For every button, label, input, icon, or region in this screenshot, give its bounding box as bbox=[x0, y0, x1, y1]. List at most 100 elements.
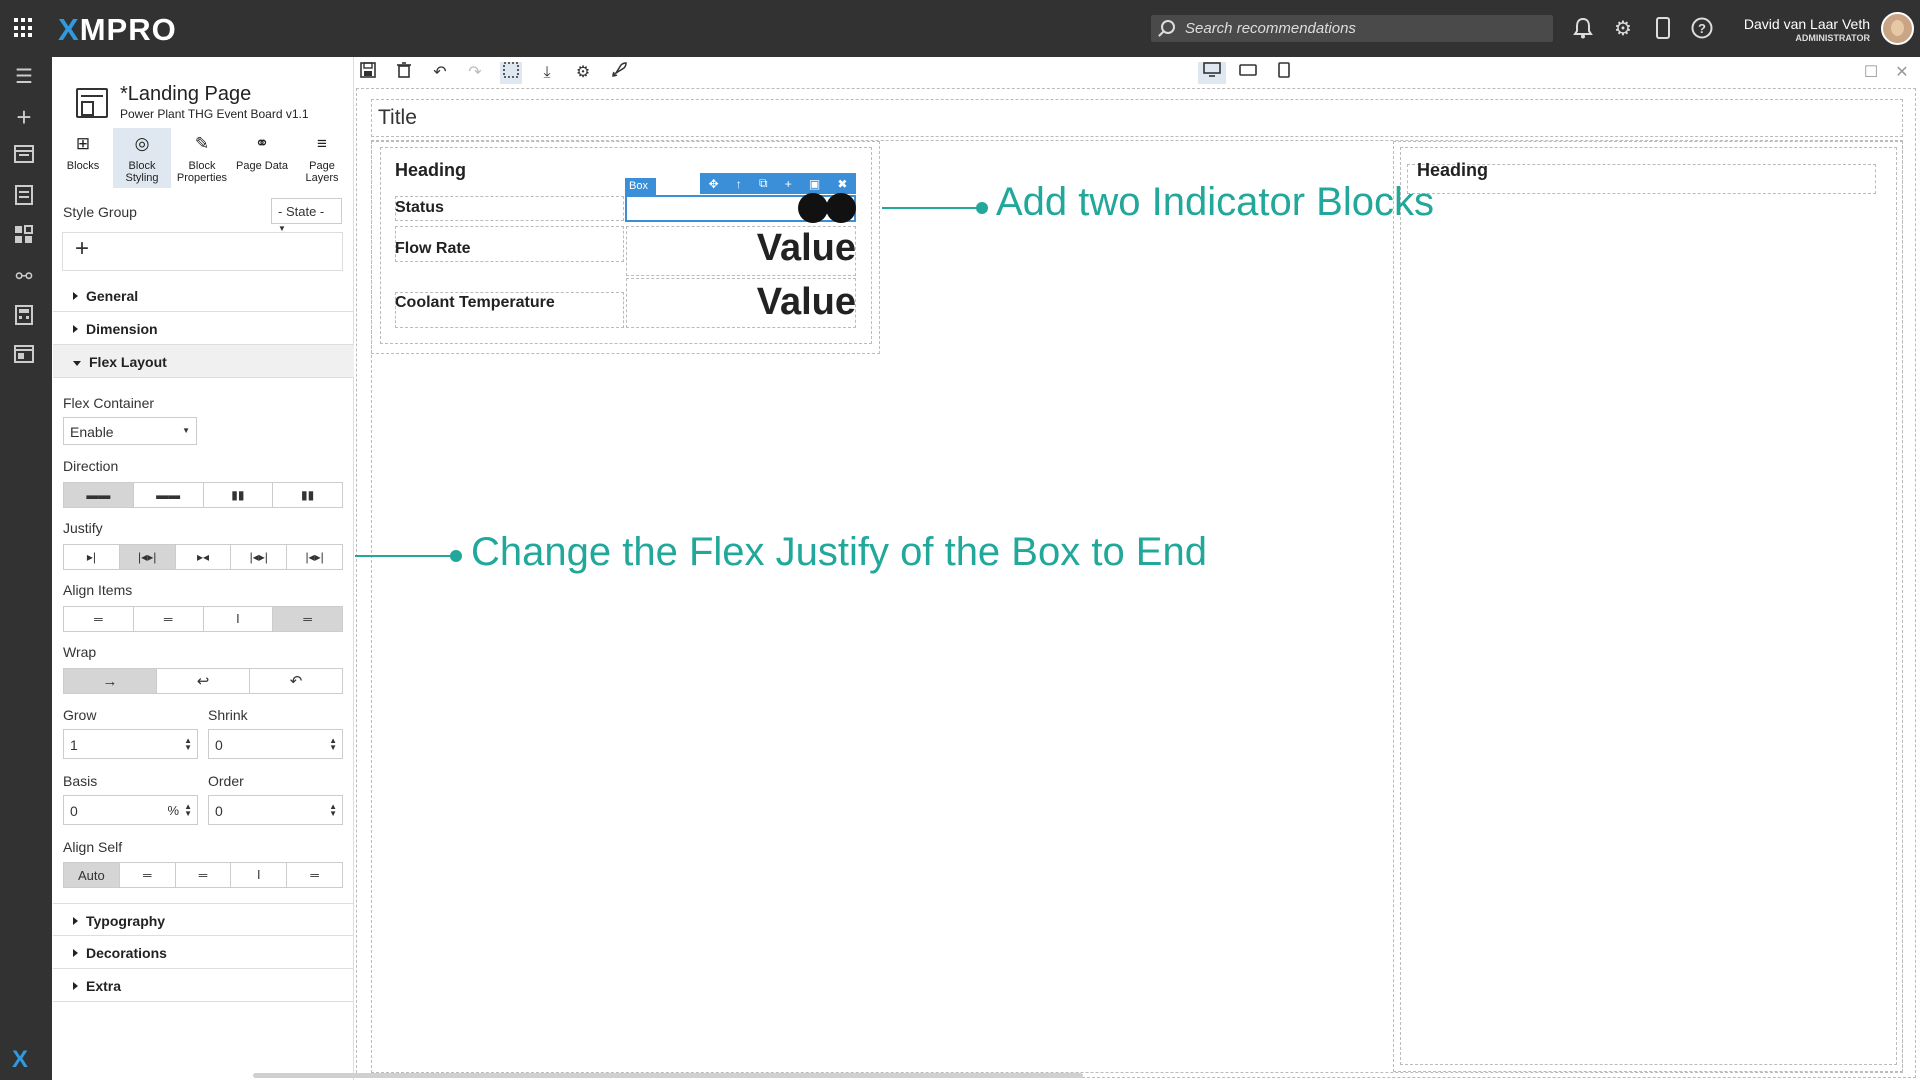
tab-blocks[interactable]: ⊞ Blocks bbox=[54, 128, 112, 188]
device-icon[interactable] bbox=[1651, 17, 1675, 41]
document-icon[interactable] bbox=[12, 185, 36, 209]
basis-input[interactable]: 0% ▲ ▼ bbox=[63, 795, 198, 825]
direction-column-reverse-button[interactable]: ▮▮ bbox=[273, 483, 342, 507]
heading-left[interactable]: Heading bbox=[395, 160, 466, 181]
add-icon[interactable]: + bbox=[785, 177, 792, 191]
plus-icon[interactable]: + bbox=[12, 104, 36, 130]
help-icon[interactable]: ? bbox=[1690, 17, 1714, 41]
maximize-icon[interactable]: ☐ bbox=[1860, 62, 1882, 84]
justify-start-button[interactable]: ▸| bbox=[64, 545, 120, 569]
avatar[interactable] bbox=[1881, 12, 1914, 45]
direction-row-reverse-button[interactable]: ▬▬ bbox=[134, 483, 204, 507]
tab-block-properties[interactable]: ✎ Block Properties bbox=[173, 128, 231, 188]
trash-icon[interactable] bbox=[393, 62, 415, 84]
add-style-button[interactable]: + bbox=[62, 232, 343, 271]
order-input[interactable]: 0 ▲ ▼ bbox=[208, 795, 343, 825]
select-outline-icon[interactable] bbox=[500, 62, 522, 84]
section-general[interactable]: General bbox=[53, 279, 354, 312]
align-center-button[interactable]: ═ bbox=[273, 607, 342, 631]
heading-right[interactable]: Heading bbox=[1417, 160, 1488, 181]
section-typography[interactable]: Typography bbox=[53, 903, 354, 936]
state-dropdown[interactable]: - State - ▼ bbox=[271, 198, 342, 233]
align-self-auto-button[interactable]: Auto bbox=[64, 863, 120, 887]
justify-between-button[interactable]: |◂▸| bbox=[231, 545, 288, 569]
tab-page-layers[interactable]: ≡ Page Layers bbox=[293, 128, 351, 188]
xmpro-x-logo[interactable]: X bbox=[12, 1046, 28, 1074]
delete-icon[interactable]: ✖ bbox=[837, 177, 847, 191]
dashboard-icon[interactable] bbox=[12, 145, 36, 169]
box-tag[interactable]: Box bbox=[625, 178, 656, 195]
calculator-icon[interactable] bbox=[12, 305, 36, 329]
user-role: ADMINISTRATOR bbox=[1795, 33, 1870, 43]
align-self-stretch-button[interactable]: Ⅰ bbox=[231, 863, 288, 887]
indicator-dot-2[interactable] bbox=[826, 193, 856, 223]
section-dimension[interactable]: Dimension bbox=[53, 312, 354, 345]
title-text[interactable]: Title bbox=[378, 106, 417, 130]
search-input[interactable]: Search recommendations bbox=[1151, 15, 1553, 42]
spinner-icon[interactable]: ▲ ▼ bbox=[184, 803, 192, 818]
mobile-view-icon[interactable] bbox=[1270, 62, 1298, 84]
right-card[interactable] bbox=[1400, 147, 1897, 1065]
close-icon[interactable]: ✕ bbox=[1891, 62, 1913, 84]
rocket-icon[interactable] bbox=[608, 62, 630, 84]
basis-unit[interactable]: % bbox=[167, 803, 179, 818]
align-stretch-button[interactable]: Ⅰ bbox=[204, 607, 274, 631]
flex-container-select[interactable]: Enable ▼ bbox=[63, 417, 197, 445]
tab-block-styling[interactable]: ◎ Block Styling bbox=[113, 128, 171, 188]
direction-buttons: ▬▬ ▬▬ ▮▮ ▮▮ bbox=[63, 482, 343, 508]
status-label[interactable]: Status bbox=[395, 199, 444, 217]
tablet-view-icon[interactable] bbox=[1234, 62, 1262, 84]
justify-around-button[interactable]: |◂▸| bbox=[287, 545, 342, 569]
align-self-start-button[interactable]: ═ bbox=[120, 863, 176, 887]
align-start-button[interactable]: ═ bbox=[64, 607, 134, 631]
justify-center-button[interactable]: |◂▸| bbox=[119, 545, 176, 569]
indicator-dot-1[interactable] bbox=[798, 193, 828, 223]
undo-icon[interactable]: ↶ bbox=[429, 62, 451, 84]
justify-buttons: ▸| |◂▸| ▸◂ |◂▸| |◂▸| bbox=[63, 544, 343, 570]
apps-grid-icon[interactable] bbox=[12, 225, 36, 249]
section-decorations[interactable]: Decorations bbox=[53, 936, 354, 969]
spinner-icon[interactable]: ▲ ▼ bbox=[329, 803, 337, 818]
coolant-label[interactable]: Coolant Temperature bbox=[395, 294, 555, 312]
wrap-reverse-icon[interactable]: ↶ bbox=[250, 669, 342, 693]
horizontal-scrollbar[interactable] bbox=[253, 1073, 1083, 1078]
desktop-view-icon[interactable] bbox=[1198, 62, 1226, 84]
spinner-icon[interactable]: ▲ ▼ bbox=[329, 737, 337, 752]
link-icon[interactable]: ⚯ bbox=[12, 265, 36, 289]
menu-icon[interactable]: ☰ bbox=[12, 65, 36, 89]
flow-rate-value[interactable]: Value bbox=[640, 227, 856, 270]
spinner-icon[interactable]: ▲ ▼ bbox=[184, 737, 192, 752]
caret-right-icon bbox=[73, 292, 78, 300]
align-self-end-button[interactable]: ═ bbox=[176, 863, 232, 887]
gear-icon[interactable]: ⚙ bbox=[1611, 17, 1635, 41]
direction-row-button[interactable]: ▬▬ bbox=[64, 483, 134, 507]
direction-column-button[interactable]: ▮▮ bbox=[204, 483, 274, 507]
align-self-center-button[interactable]: ═ bbox=[287, 863, 342, 887]
layout-icon[interactable] bbox=[12, 345, 36, 369]
shrink-input[interactable]: 0 ▲ ▼ bbox=[208, 729, 343, 759]
flow-rate-label[interactable]: Flow Rate bbox=[395, 240, 471, 258]
duplicate-icon[interactable]: ⧉ bbox=[759, 176, 768, 191]
tab-page-data[interactable]: ⚭ Page Data bbox=[233, 128, 291, 188]
section-extra[interactable]: Extra bbox=[53, 969, 354, 1002]
wrap-icon[interactable]: ↩ bbox=[157, 669, 250, 693]
top-bar: XMPRO Search recommendations ⚙ ? David v… bbox=[0, 0, 1920, 57]
justify-end-button[interactable]: ▸◂ bbox=[176, 545, 232, 569]
move-icon[interactable]: ✥ bbox=[709, 177, 719, 191]
user-name[interactable]: David van Laar Veth bbox=[1720, 16, 1870, 32]
save-block-icon[interactable]: ▣ bbox=[809, 177, 820, 191]
settings-icon[interactable]: ⚙ bbox=[572, 62, 594, 84]
save-icon[interactable] bbox=[357, 62, 379, 84]
title-block[interactable] bbox=[371, 99, 1903, 137]
nowrap-arrow-icon[interactable]: → bbox=[64, 669, 157, 693]
select-parent-icon[interactable]: ↑ bbox=[736, 177, 742, 191]
xmpro-logo[interactable]: XMPRO bbox=[58, 12, 177, 48]
section-flex-layout[interactable]: Flex Layout bbox=[53, 345, 354, 378]
bell-icon[interactable] bbox=[1571, 17, 1595, 41]
coolant-value[interactable]: Value bbox=[640, 281, 856, 324]
grow-input[interactable]: 1 ▲ ▼ bbox=[63, 729, 198, 759]
align-end-button[interactable]: ═ bbox=[134, 607, 204, 631]
app-launcher-icon[interactable] bbox=[14, 18, 34, 38]
download-icon[interactable]: ⤓ bbox=[536, 62, 558, 84]
redo-icon[interactable]: ↷ bbox=[464, 62, 486, 84]
